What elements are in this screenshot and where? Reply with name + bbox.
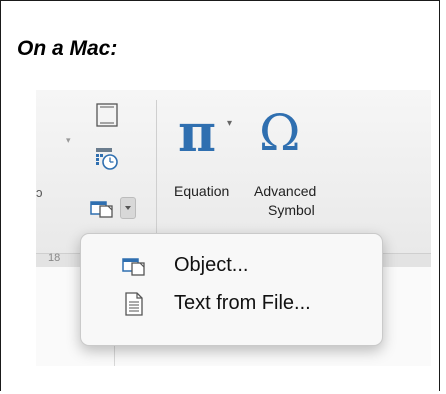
menu-item-text-from-file[interactable]: Text from File...: [81, 286, 382, 322]
advanced-symbol-label-line2[interactable]: Symbol: [268, 202, 315, 218]
object-icon: [122, 258, 145, 276]
chevron-down-icon[interactable]: ▾: [66, 135, 71, 146]
menu-item-label: Text from File...: [174, 292, 311, 314]
equation-icon[interactable]: π: [178, 108, 216, 160]
insert-object-menu: Object... Text from File...: [80, 233, 383, 346]
advanced-symbol-label[interactable]: Advanced: [254, 183, 316, 199]
ribbon-group-separator: [156, 100, 157, 242]
chevron-down-icon: [125, 206, 131, 210]
date-time-icon[interactable]: [94, 145, 120, 171]
document-icon: [125, 292, 143, 316]
content-frame: On a Mac: ▾ ɔ π ▾ Ω Equation Advanced Sy…: [0, 0, 440, 391]
ruler-number: 18: [48, 252, 61, 264]
object-split-button[interactable]: [86, 195, 140, 221]
menu-item-object[interactable]: Object...: [81, 248, 382, 284]
advanced-symbol-icon[interactable]: Ω: [259, 108, 300, 158]
object-dropdown-button[interactable]: [120, 197, 136, 219]
caption: On a Mac:: [17, 37, 118, 60]
menu-item-label: Object...: [174, 254, 249, 276]
truncated-label: ɔ: [36, 185, 43, 200]
word-ribbon-screenshot: ▾ ɔ π ▾ Ω Equation Advanced Symbol 18 Ob…: [36, 90, 431, 366]
equation-dropdown-icon[interactable]: ▾: [227, 118, 232, 129]
equation-label[interactable]: Equation: [174, 183, 229, 199]
text-box-icon[interactable]: [94, 102, 120, 128]
object-icon[interactable]: [89, 197, 115, 219]
